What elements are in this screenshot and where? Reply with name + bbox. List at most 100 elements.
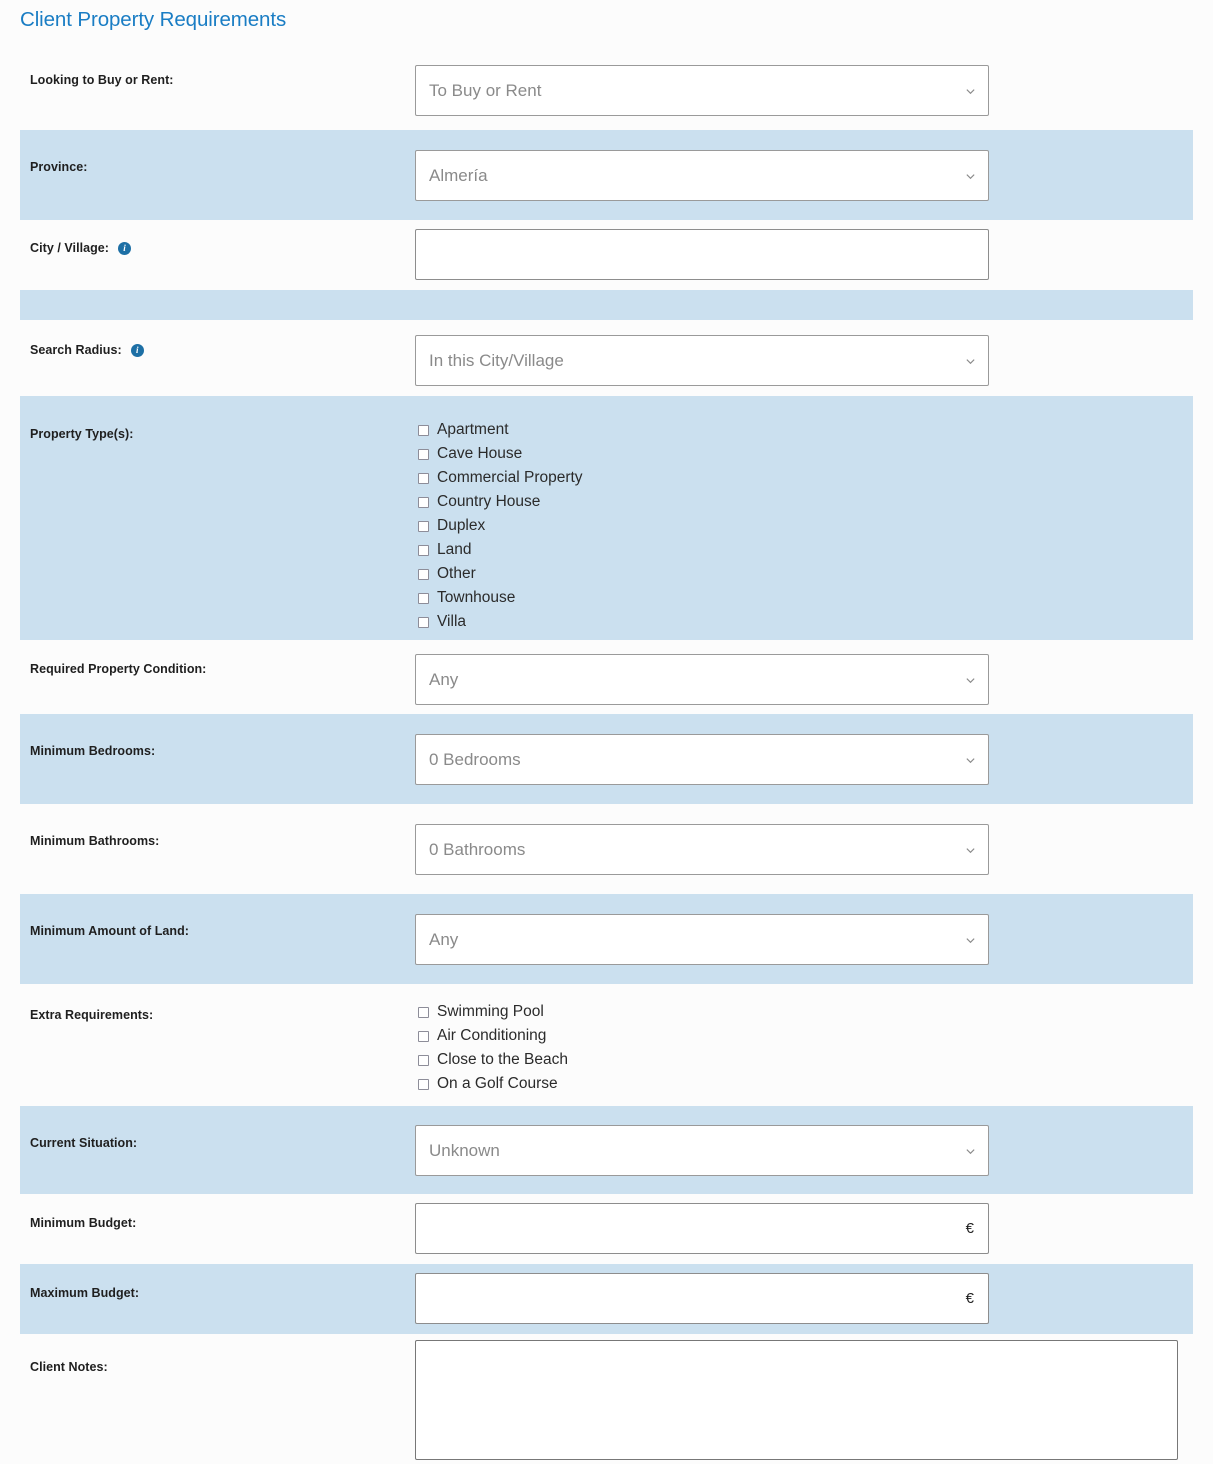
property-type-label: Apartment: [437, 421, 509, 438]
select-buy-or-rent[interactable]: To Buy or Rent: [415, 65, 989, 116]
label-text: Minimum Bedrooms:: [30, 744, 156, 758]
checkbox-icon[interactable]: [418, 1054, 429, 1066]
label-text: Minimum Amount of Land:: [30, 924, 189, 938]
field-current-situation: Unknown: [415, 1125, 989, 1176]
info-icon[interactable]: i: [118, 241, 132, 255]
chevron-down-icon: [966, 937, 975, 943]
checkbox-icon[interactable]: [418, 1006, 429, 1018]
row-current-situation: Current Situation: Unknown: [0, 1106, 1213, 1194]
select-value: Unknown: [429, 1140, 500, 1160]
row-client-notes: Client Notes:: [0, 1334, 1213, 1460]
extra-requirement-item[interactable]: On a Golf Course: [418, 1072, 568, 1096]
field-max-budget: €: [415, 1273, 989, 1324]
label-min-budget: Minimum Budget:: [30, 1216, 136, 1230]
row-property-types: Property Type(s): Apartment Cave House Com…: [0, 396, 1213, 640]
property-type-item[interactable]: Country House: [418, 490, 583, 514]
field-min-budget: €: [415, 1203, 989, 1254]
row-spacer: [0, 290, 1213, 320]
label-text: Property Type(s):: [30, 427, 134, 441]
label-text: Current Situation:: [30, 1136, 138, 1150]
property-type-item[interactable]: Townhouse: [418, 586, 583, 610]
extra-requirement-label: Air Conditioning: [437, 1027, 547, 1044]
row-search-radius: Search Radius: i In this City/Village: [0, 320, 1213, 396]
checkbox-icon[interactable]: [418, 616, 429, 628]
label-client-notes: Client Notes:: [30, 1360, 108, 1374]
select-min-land[interactable]: Any: [415, 914, 989, 965]
select-search-radius[interactable]: In this City/Village: [415, 335, 989, 386]
field-min-land: Any: [415, 914, 989, 965]
select-value: Any: [429, 929, 459, 949]
client-property-requirements-form: Looking to Buy or Rent: To Buy or Rent P…: [0, 46, 1213, 1460]
row-property-condition: Required Property Condition: Any: [0, 640, 1213, 714]
label-text: Maximum Budget:: [30, 1286, 140, 1300]
property-type-label: Cave House: [437, 445, 523, 462]
property-type-item[interactable]: Apartment: [418, 418, 583, 442]
textarea-client-notes[interactable]: [415, 1340, 1178, 1460]
label-buy-or-rent: Looking to Buy or Rent:: [30, 73, 174, 87]
extra-requirement-item[interactable]: Air Conditioning: [418, 1024, 568, 1048]
row-min-bedrooms: Minimum Bedrooms: 0 Bedrooms: [0, 714, 1213, 804]
checklist-extra-requirements: Swimming Pool Air Conditioning Close to th…: [418, 1000, 568, 1096]
checkbox-icon[interactable]: [418, 472, 429, 484]
input-max-budget[interactable]: €: [415, 1273, 989, 1324]
checklist-property-types: Apartment Cave House Commercial Property Co…: [418, 418, 583, 634]
checkbox-icon[interactable]: [418, 592, 429, 604]
property-type-label: Land: [437, 541, 472, 558]
label-property-condition: Required Property Condition:: [30, 662, 206, 676]
select-property-condition[interactable]: Any: [415, 654, 989, 705]
checkbox-icon[interactable]: [418, 496, 429, 508]
property-type-label: Townhouse: [437, 589, 516, 606]
checkbox-icon[interactable]: [418, 1078, 429, 1090]
row-min-land: Minimum Amount of Land: Any: [0, 894, 1213, 984]
input-min-budget[interactable]: €: [415, 1203, 989, 1254]
checkbox-icon[interactable]: [418, 520, 429, 532]
extra-requirement-label: Close to the Beach: [437, 1051, 568, 1068]
select-province[interactable]: Almería: [415, 150, 989, 201]
select-value: Almería: [429, 165, 488, 185]
field-min-bathrooms: 0 Bathrooms: [415, 824, 989, 875]
label-text: Minimum Budget:: [30, 1216, 137, 1230]
property-type-item[interactable]: Duplex: [418, 514, 583, 538]
label-text: Minimum Bathrooms:: [30, 834, 160, 848]
property-type-item[interactable]: Other: [418, 562, 583, 586]
extra-requirement-item[interactable]: Swimming Pool: [418, 1000, 568, 1024]
label-min-bedrooms: Minimum Bedrooms:: [30, 744, 155, 758]
label-text: Looking to Buy or Rent:: [30, 73, 174, 87]
chevron-down-icon: [966, 677, 975, 683]
currency-symbol: €: [965, 1290, 974, 1307]
property-type-label: Commercial Property: [437, 469, 583, 486]
checkbox-icon[interactable]: [418, 544, 429, 556]
label-min-bathrooms: Minimum Bathrooms:: [30, 834, 159, 848]
checkbox-icon[interactable]: [418, 1030, 429, 1042]
extra-requirement-label: Swimming Pool: [437, 1003, 544, 1020]
field-buy-or-rent: To Buy or Rent: [415, 65, 989, 116]
label-text: Extra Requirements:: [30, 1008, 154, 1022]
checkbox-icon[interactable]: [418, 424, 429, 436]
label-city-village: City / Village: i: [30, 241, 132, 255]
select-min-bathrooms[interactable]: 0 Bathrooms: [415, 824, 989, 875]
field-search-radius: In this City/Village: [415, 335, 989, 386]
label-text: City / Village:: [30, 241, 110, 255]
input-city-village[interactable]: [415, 229, 989, 280]
row-min-bathrooms: Minimum Bathrooms: 0 Bathrooms: [0, 804, 1213, 894]
chevron-down-icon: [966, 358, 975, 364]
checkbox-icon[interactable]: [418, 568, 429, 580]
row-city-village: City / Village: i: [0, 220, 1213, 290]
checkbox-icon[interactable]: [418, 448, 429, 460]
property-type-item[interactable]: Cave House: [418, 442, 583, 466]
property-type-item[interactable]: Land: [418, 538, 583, 562]
row-buy-or-rent: Looking to Buy or Rent: To Buy or Rent: [0, 46, 1213, 130]
property-type-label: Country House: [437, 493, 541, 510]
extra-requirement-item[interactable]: Close to the Beach: [418, 1048, 568, 1072]
select-min-bedrooms[interactable]: 0 Bedrooms: [415, 734, 989, 785]
field-province: Almería: [415, 150, 989, 201]
property-type-item[interactable]: Villa: [418, 610, 583, 634]
chevron-down-icon: [966, 88, 975, 94]
select-value: Any: [429, 669, 459, 689]
property-type-item[interactable]: Commercial Property: [418, 466, 583, 490]
page-title: Client Property Requirements: [20, 8, 287, 31]
select-current-situation[interactable]: Unknown: [415, 1125, 989, 1176]
info-icon[interactable]: i: [130, 343, 144, 357]
property-type-label: Duplex: [437, 517, 486, 534]
extra-requirement-label: On a Golf Course: [437, 1075, 558, 1092]
